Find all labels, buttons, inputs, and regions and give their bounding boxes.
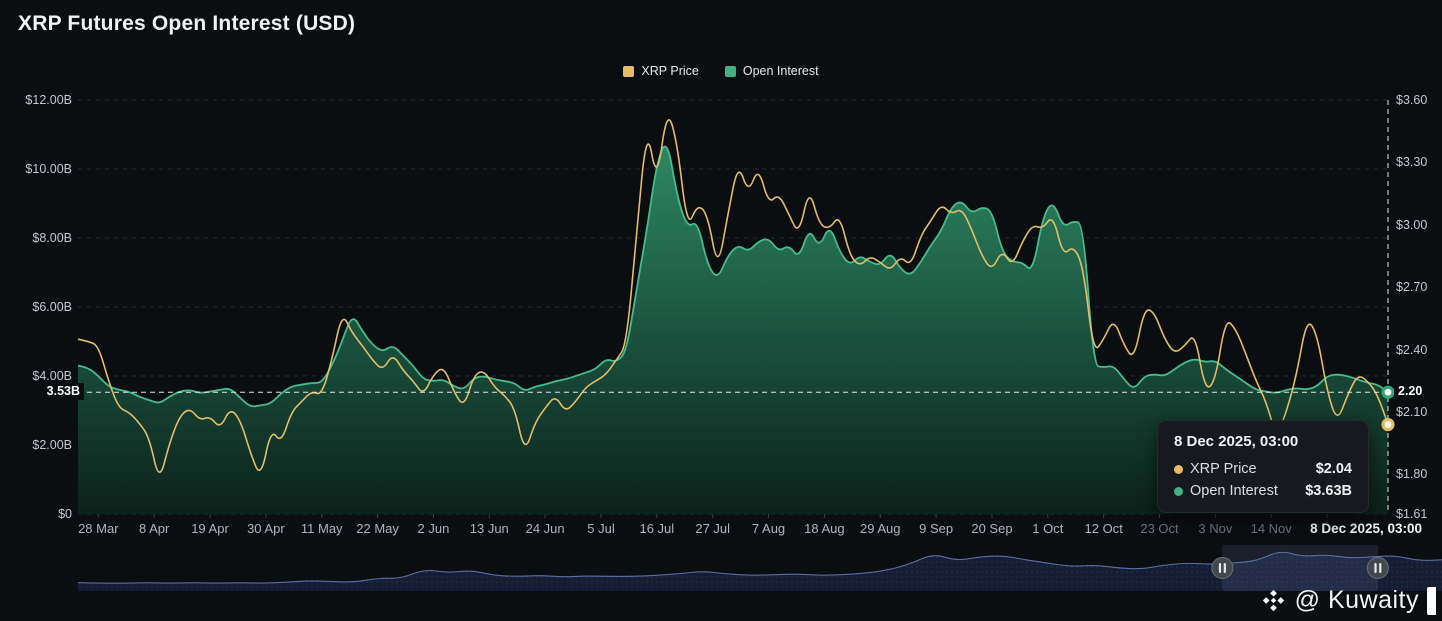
tooltip-label: XRP Price [1190,461,1257,477]
x-tick-label: 30 Apr [247,521,285,536]
navigator-handle-right-grip-icon [1374,563,1376,573]
right-axis-marker: 2.20 [1394,383,1426,400]
x-tick-label: 11 May [301,521,343,536]
x-tick-label: 2 Jun [418,521,450,536]
x-tick-label: 14 Nov [1251,521,1292,536]
x-tick-label: 18 Aug [804,521,845,536]
navigator-handle-left[interactable] [1212,558,1233,579]
navigator-handle-right[interactable] [1367,558,1388,579]
watermark-handle: @ Kuwaity [1295,586,1419,615]
navigator-handle-left-grip-icon [1224,563,1226,573]
tooltip-value: $3.63B [1305,483,1352,499]
navigator-handle-left-grip-icon [1219,563,1221,573]
y-left-tick-label: $8.00B [0,230,72,246]
chart-panel: XRP Futures Open Interest (USD) XRP Pric… [0,0,1442,621]
x-tick-label: 7 Aug [752,521,785,536]
navigator-selection[interactable] [1222,545,1377,591]
y-left-tick-label: $2.00B [0,437,72,453]
x-tick-label: 23 Oct [1140,521,1178,536]
x-tick-label: 1 Oct [1032,521,1063,536]
x-tick-label: 24 Jun [526,521,565,536]
x-tick-label: 3 Nov [1198,521,1232,536]
binance-logo-icon [1260,587,1287,614]
y-right-tick-label: $2.10 [1396,404,1427,420]
x-tick-label: 5 Jul [587,521,614,536]
watermark: @ Kuwaity [1260,586,1436,615]
x-tick-label: 29 Aug [860,521,901,536]
tooltip-value: $2.04 [1316,461,1352,477]
crosshair-date-label: 8 Dec 2025, 03:00 [1305,520,1427,537]
y-left-tick-label: $0 [0,506,72,522]
navigator-handle-right-grip-icon [1379,563,1381,573]
x-tick-label: 28 Mar [78,521,118,536]
cutoff-element [1427,587,1436,615]
x-tick-label: 20 Sep [971,521,1012,536]
x-tick-label: 8 Apr [139,521,169,536]
x-tick-label: 16 Jul [639,521,674,536]
tooltip-label: Open Interest [1190,483,1278,499]
y-right-tick-label: $3.30 [1396,154,1427,170]
y-right-tick-label: $3.00 [1396,217,1427,233]
x-tick-label: 27 Jul [695,521,730,536]
tooltip-date: 8 Dec 2025, 03:00 [1174,433,1352,450]
x-tick-label: 9 Sep [919,521,953,536]
y-left-tick-label: $10.00B [0,161,72,177]
tooltip-row-price: XRP Price $2.04 [1174,461,1352,477]
y-right-tick-label: $1.80 [1396,466,1427,482]
y-right-tick-label: $2.70 [1396,279,1427,295]
range-navigator[interactable] [0,545,1442,592]
x-tick-label: 19 Apr [191,521,229,536]
xrp-price-dot-icon [1174,465,1183,474]
tooltip: 8 Dec 2025, 03:00 XRP Price $2.04 Open I… [1157,420,1369,513]
y-left-tick-label: $6.00B [0,299,72,315]
y-left-tick-label: $4.00B [0,368,72,384]
x-tick-label: 13 Jun [470,521,509,536]
x-tick-label: 12 Oct [1085,521,1123,536]
y-right-tick-label: $2.40 [1396,342,1427,358]
tooltip-row-open-interest: Open Interest $3.63B [1174,483,1352,499]
y-left-tick-label: $12.00B [0,92,72,108]
x-tick-label: 22 May [356,521,399,536]
left-axis-marker: 3.53B [24,383,84,400]
y-right-tick-label: $3.60 [1396,92,1427,108]
open-interest-dot-icon [1174,487,1183,496]
